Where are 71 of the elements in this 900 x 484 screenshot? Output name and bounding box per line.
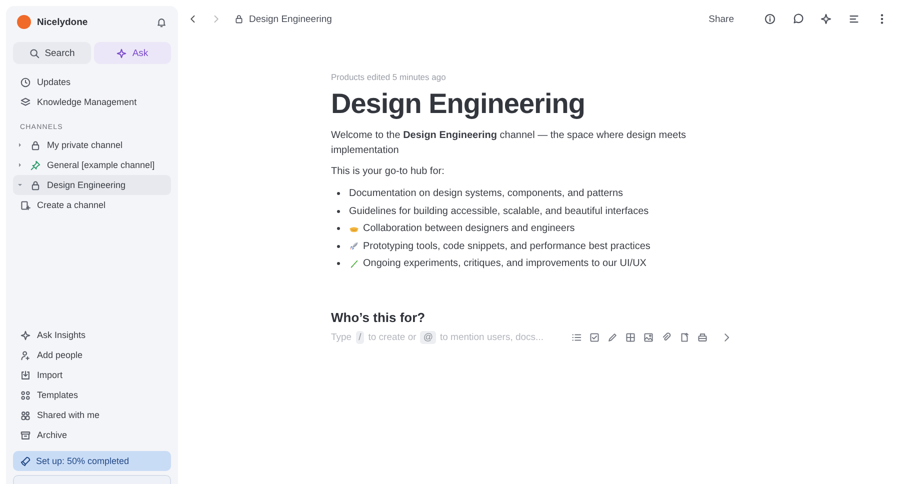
workspace-logo <box>17 15 31 29</box>
caret-icon[interactable] <box>16 181 24 189</box>
section-heading: Who’s this for? <box>331 310 426 324</box>
download-icon <box>20 370 31 380</box>
channel-item[interactable]: Design Engineering <box>13 175 171 195</box>
sparkle-icon[interactable] <box>820 13 832 25</box>
bullet-icon <box>337 192 340 196</box>
placeholder-text: Type <box>331 332 352 342</box>
bullet-icon <box>337 262 340 266</box>
search-icon <box>28 48 40 58</box>
create-channel-link[interactable]: Create a channel <box>13 195 171 215</box>
checkbox-icon[interactable] <box>589 332 600 342</box>
caret-icon[interactable] <box>16 141 24 149</box>
layers-icon <box>20 96 31 108</box>
notification-bell-icon[interactable] <box>156 16 167 28</box>
list-item: Documentation on design systems, components, and patterns <box>349 188 624 200</box>
sidebar-item[interactable]: Knowledge Management <box>13 92 171 112</box>
clock-icon <box>20 76 31 88</box>
bullet-icon <box>337 227 340 230</box>
setup-progress-button[interactable]: Set up: 50% completed <box>13 451 171 471</box>
channel-item[interactable]: General [example channel] <box>13 155 171 175</box>
file-upload-icon[interactable] <box>679 332 690 342</box>
sparkle-icon <box>116 48 128 58</box>
list-item: Collaboration between designers and engineers <box>363 223 575 234</box>
pin-icon <box>30 160 41 170</box>
list-item: Guidelines for building accessible, scalable, and beautiful interfaces <box>349 206 649 217</box>
outline-icon[interactable] <box>848 13 860 25</box>
paragraph: Welcome to the Design Engineering channel — the space where design meets implementation <box>331 129 687 158</box>
sidebar-item[interactable]: Import <box>13 365 171 385</box>
list-item: Ongoing experiments, critiques, and improvements to our UI/UX <box>363 258 646 270</box>
sidebar-item[interactable]: Archive <box>13 425 171 445</box>
bullet-icon <box>337 244 340 248</box>
lock-icon <box>234 14 244 24</box>
workspace-name[interactable]: Nicelydone <box>37 16 150 28</box>
bullet-icon <box>337 210 340 213</box>
sidebar-item[interactable]: Updates <box>13 72 171 92</box>
edit-info: Products edited 5 minutes ago <box>331 72 447 82</box>
shortcut-key: @ <box>420 330 436 344</box>
bulleted-list-icon[interactable] <box>571 332 582 342</box>
sparkle-icon <box>20 330 31 340</box>
image-icon[interactable] <box>643 332 654 342</box>
sidebar-item[interactable]: Add people <box>13 345 171 365</box>
shortcut-key: / <box>356 330 364 344</box>
lock-icon <box>30 140 41 150</box>
add-person-icon <box>20 350 31 360</box>
table-icon[interactable] <box>625 332 636 342</box>
document-title: Design Engineering <box>331 88 586 120</box>
sidebar-item[interactable]: Shared with me <box>13 405 171 425</box>
placeholder-text: to create or <box>368 332 416 342</box>
ask-button[interactable]: Ask <box>94 42 171 64</box>
sidebar-item[interactable]: Ask Insights <box>13 325 171 345</box>
printer-icon[interactable] <box>697 332 708 342</box>
pencil-icon[interactable] <box>607 332 618 342</box>
list-item: Prototyping tools, code snippets, and performance best practices <box>363 240 650 252</box>
caret-icon[interactable] <box>16 161 24 169</box>
share-button[interactable]: Share <box>702 12 740 26</box>
grid-icon <box>20 390 31 400</box>
channel-item[interactable]: My private channel <box>13 135 171 155</box>
brush-icon <box>349 258 359 269</box>
breadcrumb[interactable]: Design Engineering <box>249 14 332 24</box>
search-button[interactable]: Search <box>13 42 90 64</box>
people-icon <box>20 410 31 420</box>
archive-icon <box>20 430 31 440</box>
attachment-icon[interactable] <box>661 332 672 342</box>
info-icon[interactable] <box>764 13 776 25</box>
add-document-icon <box>20 200 31 210</box>
sidebar-item[interactable]: Templates <box>13 385 171 405</box>
placeholder-text: to mention users, docs... <box>440 332 544 342</box>
paragraph: This is your go-to hub for: <box>331 165 446 179</box>
lock-icon <box>30 180 41 190</box>
comment-icon[interactable] <box>792 13 804 25</box>
